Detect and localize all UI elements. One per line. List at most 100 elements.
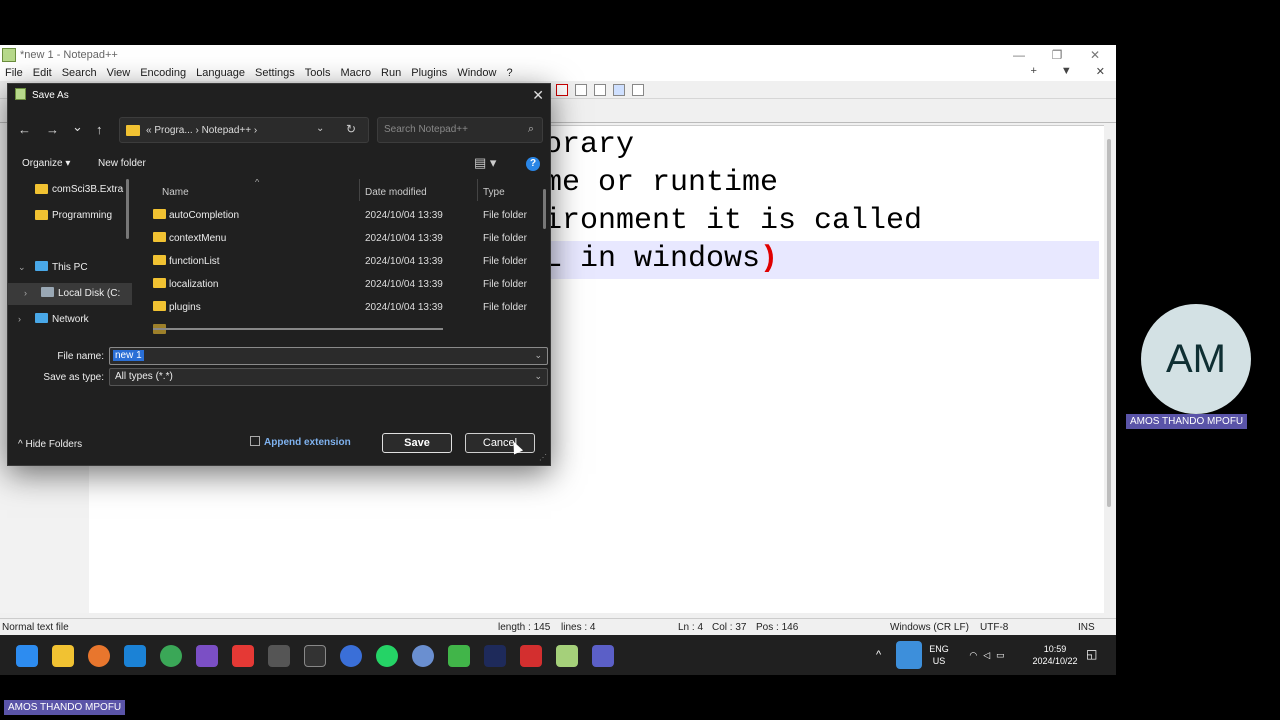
playback-icon[interactable] <box>594 84 606 96</box>
checkbox-icon[interactable] <box>250 436 260 446</box>
tray-chevron-icon[interactable]: ^ <box>876 649 881 661</box>
browser-icon[interactable] <box>88 645 110 667</box>
start-icon[interactable] <box>16 645 38 667</box>
menu-search[interactable]: Search <box>57 67 102 79</box>
chevron-down-icon[interactable]: ⌄ <box>18 262 26 273</box>
android-studio-icon[interactable] <box>340 645 362 667</box>
qt-creator-icon[interactable] <box>448 645 470 667</box>
dialog-close-button[interactable]: ✕ <box>532 87 544 104</box>
intellij-icon[interactable] <box>484 645 506 667</box>
append-extension-checkbox[interactable]: Append extension <box>250 436 351 448</box>
back-arrow-icon[interactable]: ← <box>18 122 31 137</box>
nav-item-comsci[interactable]: comSci3B.Extra <box>8 179 132 201</box>
save-type-select[interactable]: All types (*.*) ⌄ <box>109 368 548 386</box>
close-tab-button[interactable]: ✕ <box>1091 65 1110 78</box>
language-indicator[interactable]: ENG US <box>928 643 950 667</box>
chevron-right-icon[interactable]: › <box>24 288 27 298</box>
new-tab-button[interactable]: + <box>1025 65 1041 78</box>
nav-item-programming[interactable]: Programming <box>8 205 132 227</box>
file-row-partial[interactable] <box>138 318 548 335</box>
notification-icon[interactable]: ◱ <box>1086 648 1097 660</box>
menu-file[interactable]: File <box>0 67 28 79</box>
column-header-type[interactable]: Type <box>483 187 505 198</box>
menu-help[interactable]: ? <box>501 67 517 79</box>
column-header-name[interactable]: Name <box>162 187 189 198</box>
clock[interactable]: 10:59 2024/10/22 <box>1028 643 1082 667</box>
close-button[interactable]: ✕ <box>1076 45 1114 65</box>
vscode-icon[interactable] <box>124 645 146 667</box>
column-separator[interactable] <box>359 179 360 201</box>
file-row[interactable]: contextMenu 2024/10/04 13:39 File folder <box>138 226 548 249</box>
minimize-button[interactable]: — <box>1000 45 1038 65</box>
file-explorer-icon[interactable] <box>52 645 74 667</box>
hide-folders-button[interactable]: ^ Hide Folders <box>18 439 82 450</box>
editor-scrollbar[interactable] <box>1104 125 1116 613</box>
microphone-icon[interactable] <box>896 641 922 669</box>
menu-plugins[interactable]: Plugins <box>406 67 452 79</box>
file-name-value[interactable]: new 1 <box>113 350 144 361</box>
recent-locations-icon[interactable]: ⌄ <box>72 119 83 135</box>
nav-pane-scrollbar[interactable] <box>126 179 129 239</box>
maximize-button[interactable]: ❐ <box>1038 45 1076 65</box>
notepad-icon <box>15 88 26 100</box>
notepadpp-taskbar-icon[interactable] <box>556 645 578 667</box>
breadcrumb[interactable]: « Progra... › Notepad++ › <box>146 125 257 136</box>
address-bar[interactable]: « Progra... › Notepad++ › ⌄ ↻ <box>119 117 369 143</box>
menu-view[interactable]: View <box>102 67 136 79</box>
nav-item-this-pc[interactable]: ⌄ This PC <box>8 257 132 279</box>
nav-item-local-disk[interactable]: › Local Disk (C: <box>8 283 132 305</box>
chrome-icon[interactable] <box>160 645 182 667</box>
run-multiple-icon[interactable] <box>613 84 625 96</box>
search-box[interactable]: ⌕ <box>377 117 543 143</box>
menu-edit[interactable]: Edit <box>28 67 57 79</box>
menu-settings[interactable]: Settings <box>250 67 300 79</box>
record-macro-icon[interactable] <box>556 84 568 96</box>
whatsapp-icon[interactable] <box>376 645 398 667</box>
chevron-down-icon[interactable]: ⌄ <box>316 123 324 134</box>
menu-tools[interactable]: Tools <box>300 67 336 79</box>
file-list-hscrollbar[interactable] <box>153 328 443 330</box>
new-folder-button[interactable]: New folder <box>98 158 146 169</box>
menu-macro[interactable]: Macro <box>335 67 376 79</box>
network-volume-battery-icons[interactable]: ◠◁▭ <box>962 649 1018 661</box>
epic-games-icon[interactable] <box>304 645 326 667</box>
up-arrow-icon[interactable]: ↑ <box>96 122 103 137</box>
file-list-scrollbar[interactable] <box>543 189 546 229</box>
search-icon[interactable]: ⌕ <box>528 123 534 136</box>
organize-button[interactable]: Organize ▾ <box>22 158 70 169</box>
column-separator[interactable] <box>477 179 478 201</box>
teams-icon[interactable] <box>592 645 614 667</box>
acrobat-icon[interactable] <box>520 645 542 667</box>
presenter-name-tag: AMOS THANDO MPOFU <box>4 700 126 715</box>
refresh-icon[interactable]: ↻ <box>346 122 356 136</box>
visual-studio-icon[interactable] <box>196 645 218 667</box>
menu-run[interactable]: Run <box>376 67 406 79</box>
forward-arrow-icon[interactable]: → <box>46 122 59 137</box>
scrollbar-thumb[interactable] <box>1107 139 1111 507</box>
chevron-down-icon[interactable]: ⌄ <box>534 371 542 382</box>
file-row[interactable]: plugins 2024/10/04 13:39 File folder <box>138 295 548 318</box>
cancel-button[interactable]: Cancel <box>465 433 535 453</box>
file-row[interactable]: localization 2024/10/04 13:39 File folde… <box>138 272 548 295</box>
menu-encoding[interactable]: Encoding <box>135 67 191 79</box>
view-options-icon[interactable]: ▤ ▾ <box>474 155 496 171</box>
menu-window[interactable]: Window <box>452 67 501 79</box>
file-row[interactable]: autoCompletion 2024/10/04 13:39 File fol… <box>138 203 548 226</box>
nav-item-network[interactable]: › Network <box>8 309 132 331</box>
chevron-down-icon[interactable]: ⌄ <box>534 350 542 361</box>
save-macro-icon[interactable] <box>632 84 644 96</box>
file-row[interactable]: functionList 2024/10/04 13:39 File folde… <box>138 249 548 272</box>
chevron-right-icon[interactable]: › <box>18 314 21 324</box>
search-input[interactable] <box>384 124 514 135</box>
column-header-date[interactable]: Date modified <box>365 187 427 198</box>
stop-record-icon[interactable] <box>575 84 587 96</box>
menu-language[interactable]: Language <box>191 67 250 79</box>
save-button[interactable]: Save <box>382 433 452 453</box>
tab-list-button[interactable]: ▼ <box>1056 65 1077 78</box>
app-grid-icon[interactable] <box>232 645 254 667</box>
resize-grip-icon[interactable]: ⋰ <box>539 453 547 462</box>
file-name-field[interactable]: new 1 ⌄ <box>109 347 548 365</box>
r-icon[interactable] <box>412 645 434 667</box>
unity-icon[interactable] <box>268 645 290 667</box>
help-icon[interactable]: ? <box>526 157 540 171</box>
